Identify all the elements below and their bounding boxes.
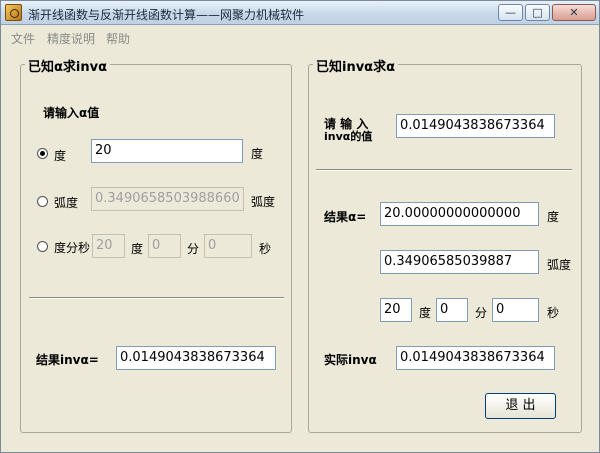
app-window: 渐开线函数与反渐开线函数计算——网聚力机械软件 — □ ✕ 文件 精度说明 帮助… [0, 0, 600, 453]
result-dms-second-output[interactable]: 0 [492, 298, 539, 322]
dms-radio-label: 度分秒 [54, 241, 91, 255]
dms-degree-input[interactable]: 20 [92, 234, 125, 258]
result-dms-minute-unit: 分 [475, 306, 488, 320]
dms-minute-unit: 分 [187, 242, 200, 256]
radian-radio[interactable] [37, 196, 48, 207]
right-divider [316, 169, 572, 171]
close-button[interactable]: ✕ [552, 4, 596, 21]
radian-unit-label: 弧度 [251, 195, 276, 209]
dms-second-unit: 秒 [259, 242, 272, 256]
menu-file[interactable]: 文件 [11, 30, 35, 47]
degree-radio[interactable] [37, 148, 48, 159]
result-dms-minute-output[interactable]: 0 [436, 298, 468, 322]
dms-second-input[interactable]: 0 [204, 234, 252, 258]
result-alpha-degree-unit: 度 [547, 210, 560, 224]
result-inv-output[interactable]: 0.0149043838673364 [116, 346, 276, 370]
result-dms-degree-unit: 度 [419, 306, 432, 320]
minimize-button[interactable]: — [498, 4, 523, 21]
left-divider [29, 297, 284, 299]
degree-input[interactable]: 20 [91, 139, 243, 163]
inv-prompt-line2: invα的值 [324, 130, 373, 143]
menu-precision-info[interactable]: 精度说明 [47, 30, 95, 47]
dms-degree-unit: 度 [131, 242, 144, 256]
result-dms-degree-output[interactable]: 20 [380, 298, 412, 322]
actual-inv-output[interactable]: 0.0149043838673364 [396, 346, 555, 370]
title-bar: 渐开线函数与反渐开线函数计算——网聚力机械软件 — □ ✕ [1, 1, 599, 25]
actual-inv-label: 实际invα [324, 353, 377, 367]
result-dms-second-unit: 秒 [547, 306, 560, 320]
result-alpha-degree-output[interactable]: 20.00000000000000 [380, 202, 539, 226]
radian-input[interactable]: 0.3490658503988660 [91, 187, 244, 211]
degree-radio-label: 度 [54, 149, 67, 163]
menu-help[interactable]: 帮助 [106, 30, 130, 47]
result-alpha-label: 结果α= [324, 210, 367, 224]
alpha-prompt-label: 请输入α值 [43, 106, 100, 120]
degree-unit-label: 度 [251, 147, 264, 161]
window-title: 渐开线函数与反渐开线函数计算——网聚力机械软件 [28, 8, 305, 22]
result-alpha-radian-unit: 弧度 [547, 258, 572, 272]
dms-radio[interactable] [37, 241, 48, 252]
group-title-alpha-to-inv: 已知α求invα [25, 56, 111, 75]
dms-minute-input[interactable]: 0 [148, 234, 181, 258]
menu-bar: 文件 精度说明 帮助 [1, 25, 599, 47]
exit-button[interactable]: 退 出 [485, 393, 556, 419]
group-title-inv-to-alpha: 已知invα求α [313, 56, 399, 75]
maximize-button[interactable]: □ [525, 4, 550, 21]
result-alpha-radian-output[interactable]: 0.34906585039887 [380, 250, 539, 274]
result-inv-label: 结果invα= [36, 353, 99, 367]
radian-radio-label: 弧度 [54, 196, 79, 210]
app-icon [5, 4, 22, 21]
inv-input[interactable]: 0.0149043838673364 [396, 114, 555, 138]
